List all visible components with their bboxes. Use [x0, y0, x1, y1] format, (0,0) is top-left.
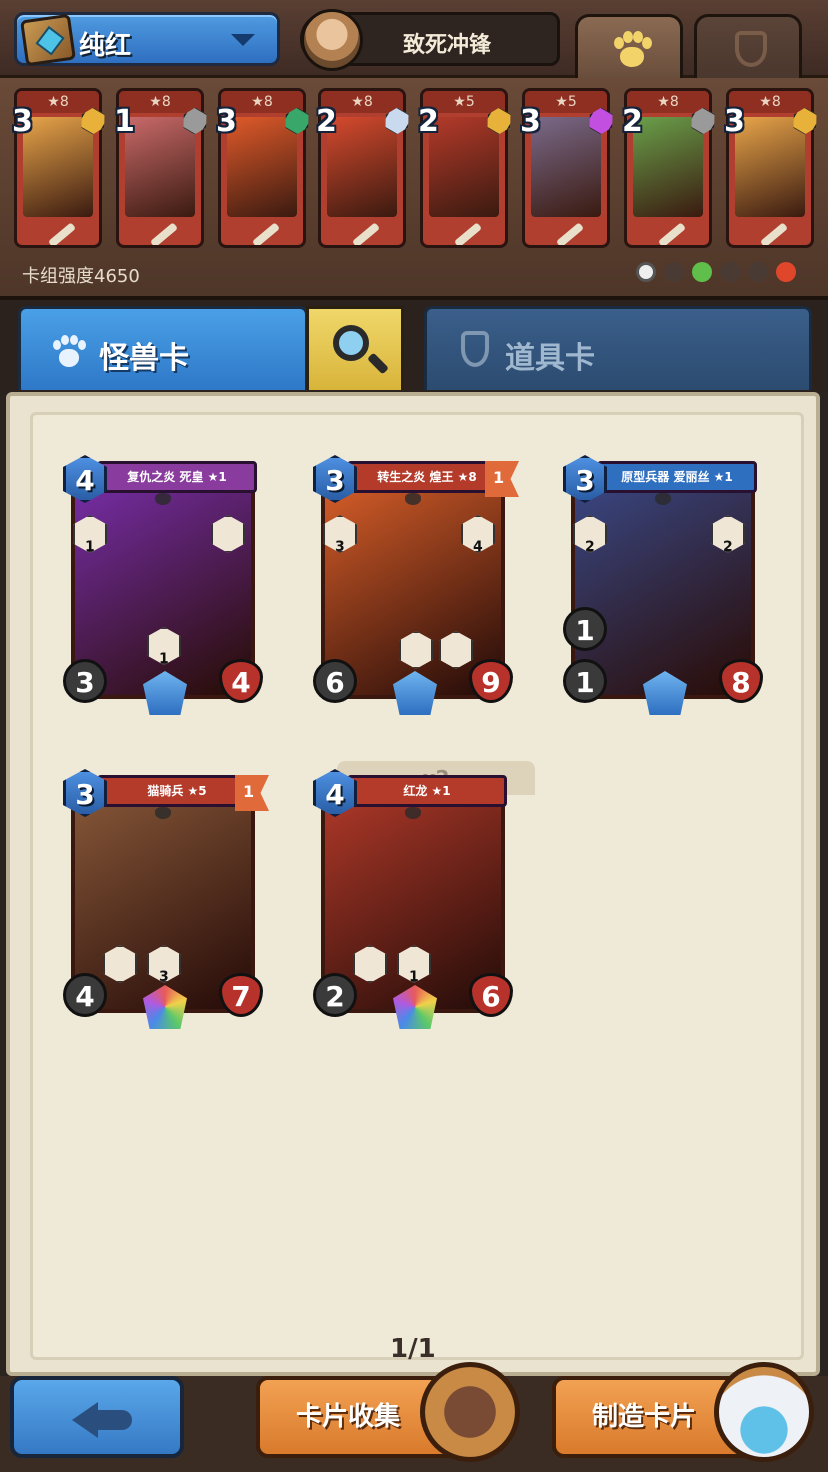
- ability-value: 3: [159, 969, 169, 985]
- card-health: 4: [219, 659, 263, 703]
- ability-value: 1: [85, 539, 95, 555]
- paw-icon: [405, 493, 421, 505]
- monster-card[interactable]: 红龙 ★1 4 1 2 6: [313, 769, 513, 1029]
- ability-value: 2: [585, 539, 595, 555]
- ability-value: 2: [723, 539, 733, 555]
- search-button[interactable]: [306, 306, 404, 390]
- tab-item-cards[interactable]: 道具卡: [424, 306, 812, 390]
- card-attack: 4: [63, 973, 107, 1017]
- sword-icon: [555, 222, 585, 245]
- neutral-faction-icon: [636, 262, 656, 282]
- deck-card-cost: 2: [622, 104, 643, 139]
- dark-faction-icon: [664, 262, 684, 282]
- ability-value: 1: [159, 651, 169, 667]
- sword-icon: [351, 222, 381, 245]
- search-icon: [333, 325, 369, 361]
- deck-strength: 卡组强度4650: [22, 266, 140, 287]
- card-name: 原型兵器 爱丽丝 ★1: [597, 461, 757, 493]
- nature-faction-icon: [692, 262, 712, 282]
- card-name: 转生之炎 煌王 ★8: [347, 461, 507, 493]
- deck-card-cost: 2: [316, 104, 337, 139]
- level-flag: 1: [235, 775, 269, 811]
- top-bar: 纯红 致死冲锋: [0, 0, 828, 78]
- hero-panel[interactable]: 致死冲锋: [300, 9, 560, 71]
- deck-card-cost: 3: [12, 104, 33, 139]
- deck-card-art: [531, 117, 601, 217]
- card-health: 6: [469, 973, 513, 1017]
- craft-card-label: 制造卡片: [592, 1402, 697, 1432]
- fire-faction-icon: [776, 262, 796, 282]
- ability-value: 3: [335, 539, 345, 555]
- back-arrow-icon: [72, 1398, 132, 1438]
- card-book-icon[interactable]: [420, 1362, 520, 1462]
- monster-card[interactable]: 猫骑兵 ★5 3 1 3 4 7: [63, 769, 269, 1029]
- card-attack: 3: [63, 659, 107, 703]
- shadow-faction-icon: [720, 262, 740, 282]
- flask-icon: [735, 31, 767, 67]
- chevron-down-icon: [231, 34, 255, 46]
- paw-icon: [655, 493, 671, 505]
- deck-card-art: [125, 117, 195, 217]
- tab-monster-deck[interactable]: [575, 14, 683, 78]
- page-indicator: 1/1: [390, 1334, 436, 1364]
- card-health: 8: [719, 659, 763, 703]
- faction-filter-icons: [636, 262, 806, 286]
- deck-card-art: [735, 117, 805, 217]
- sword-icon: [759, 222, 789, 245]
- deck-selector[interactable]: 纯红: [14, 12, 280, 67]
- card-type-tabs: 怪兽卡 道具卡: [0, 300, 828, 392]
- tab-monster-cards[interactable]: 怪兽卡: [18, 306, 308, 390]
- beast-faction-icon: [748, 262, 768, 282]
- flask-icon: [461, 331, 489, 367]
- sword-icon: [251, 222, 281, 245]
- level-flag: 1: [485, 461, 519, 497]
- paw-potion-icon[interactable]: [714, 1362, 814, 1462]
- paw-icon: [155, 493, 171, 505]
- deck-name: 纯红: [79, 31, 132, 61]
- card-collection-panel: x2 复仇之炎 死皇 ★141134转生之炎 煌王 ★8313469原型兵器 爱…: [6, 392, 820, 1376]
- ability-value: 1: [409, 969, 419, 985]
- card-attack: 2: [313, 973, 357, 1017]
- tab-monster-label: 怪兽卡: [99, 341, 189, 376]
- deck-book-icon: [20, 13, 76, 67]
- deck-card-art: [23, 117, 93, 217]
- paw-icon: [612, 31, 652, 71]
- sword-icon: [47, 222, 77, 245]
- card-name: 复仇之炎 死皇 ★1: [97, 461, 257, 493]
- deck-card-art: [633, 117, 703, 217]
- deck-card-cost: 1: [114, 104, 135, 139]
- deck-card-art: [227, 117, 297, 217]
- deck-card-cost: 3: [216, 104, 237, 139]
- deck-card-art: [327, 117, 397, 217]
- card-health: 7: [219, 973, 263, 1017]
- hero-name: 致死冲锋: [403, 33, 492, 58]
- card-name: 猫骑兵 ★5: [97, 775, 257, 807]
- card-attack: 1: [563, 659, 607, 703]
- sword-icon: [149, 222, 179, 245]
- deck-card-art: [429, 117, 499, 217]
- monster-card[interactable]: 复仇之炎 死皇 ★1 4 1 1 3 4: [63, 455, 263, 715]
- card-collection-label: 卡片收集: [296, 1402, 401, 1432]
- sword-icon: [453, 222, 483, 245]
- paw-icon: [155, 807, 171, 819]
- bottom-bar: 卡片收集 制造卡片: [0, 1362, 828, 1472]
- deck-card-cost: 3: [724, 104, 745, 139]
- card-grid: x2 复仇之炎 死皇 ★141134转生之炎 煌王 ★8313469原型兵器 爱…: [30, 412, 804, 1360]
- hero-avatar[interactable]: [301, 9, 363, 71]
- monster-card[interactable]: 原型兵器 爱丽丝 ★1 3 2 2 1 1 8: [563, 455, 763, 715]
- ability-value: 4: [473, 539, 483, 555]
- monster-card[interactable]: 转生之炎 煌王 ★8 3 1 3 4 6 9: [313, 455, 519, 715]
- card-attack-bonus: 1: [563, 607, 607, 651]
- deck-card-cost: 2: [418, 104, 439, 139]
- sword-icon: [657, 222, 687, 245]
- paw-icon: [51, 335, 87, 369]
- tab-item-deck[interactable]: [694, 14, 802, 78]
- back-button[interactable]: [10, 1376, 184, 1458]
- card-health: 9: [469, 659, 513, 703]
- paw-icon: [405, 807, 421, 819]
- tab-item-label: 道具卡: [505, 341, 595, 376]
- card-name: 红龙 ★1: [347, 775, 507, 807]
- deck-card-cost: 3: [520, 104, 541, 139]
- card-attack: 6: [313, 659, 357, 703]
